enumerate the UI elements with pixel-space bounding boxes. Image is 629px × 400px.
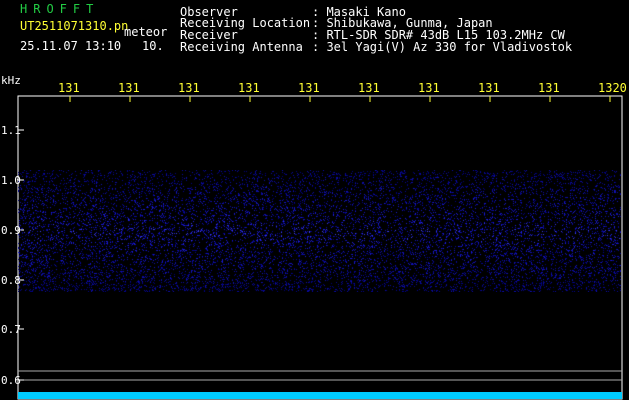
x-tick-label: 131: [538, 81, 560, 95]
noise-band: [18, 170, 621, 292]
y-tick-label: 0.7: [1, 323, 21, 336]
x-tick-label: 131: [238, 81, 260, 95]
x-tick-label: 131: [58, 81, 80, 95]
y-axis-unit: kHz: [1, 74, 21, 87]
x-tick-label: 131: [298, 81, 320, 95]
signal-floor: [18, 392, 622, 399]
x-tick-label: 1320: [598, 81, 627, 95]
x-tick-label: 131: [178, 81, 200, 95]
x-tick-label: 131: [358, 81, 380, 95]
y-tick-label: 0.6: [1, 374, 21, 387]
y-tick-label: 1.1: [1, 124, 21, 137]
x-tick-label: 131: [478, 81, 500, 95]
x-tick-label: 131: [118, 81, 140, 95]
x-tick-label: 131: [418, 81, 440, 95]
